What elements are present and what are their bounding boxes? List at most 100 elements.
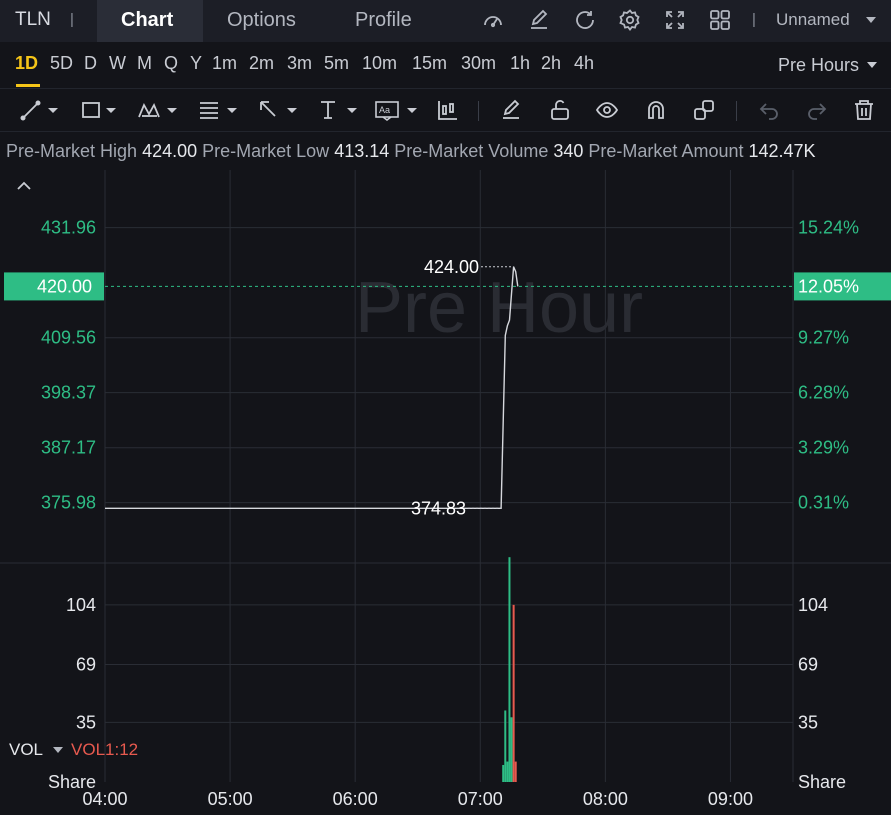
percent-tick-label: 0.31% — [798, 493, 849, 513]
timeframe-2h[interactable]: 2h — [541, 53, 561, 74]
ticker-symbol[interactable]: TLN — [15, 9, 51, 31]
svg-text:Aa: Aa — [379, 105, 390, 115]
premarket-stats: Pre-Market High 424.00 Pre-Market Low 41… — [6, 141, 816, 162]
toolbar-divider — [478, 101, 479, 121]
chart-watermark: Pre Hour — [355, 268, 643, 348]
price-tick-label: 375.98 — [41, 493, 96, 513]
gauge-icon[interactable] — [481, 8, 505, 32]
volume-label[interactable]: VOL — [9, 740, 43, 759]
pattern-tool-icon[interactable] — [137, 98, 183, 122]
timeframe-1m[interactable]: 1m — [212, 53, 237, 74]
ticker-separator: | — [70, 11, 74, 28]
premarket-high-value: 424.00 — [142, 141, 198, 161]
fibonacci-tool-icon[interactable] — [197, 98, 241, 122]
refresh-icon[interactable] — [573, 8, 597, 32]
edit-icon[interactable] — [527, 8, 551, 32]
timeframe-2m[interactable]: 2m — [249, 53, 274, 74]
premarket-volume-value: 340 — [553, 141, 584, 161]
x-tick-label: 08:00 — [583, 789, 628, 809]
volume-tick-right: 35 — [798, 712, 818, 732]
low-annotation: 374.83 — [411, 498, 466, 518]
trash-icon[interactable] — [852, 98, 876, 122]
unlock-icon[interactable] — [548, 98, 572, 122]
volume-tick-left: 35 — [76, 712, 96, 732]
premarket-amount-label: Pre-Market Amount — [588, 141, 744, 161]
gear-icon[interactable] — [618, 8, 642, 32]
volume-header: VOL VOL1:12 — [9, 740, 138, 760]
text-tool-icon[interactable]: Aa — [374, 98, 422, 122]
price-tick-label: 387.17 — [41, 438, 96, 458]
chart-area[interactable]: 431.96 15.24% 409.56 9.27% 398.37 6.28% 387.17… — [0, 170, 891, 815]
volume-bar — [502, 764, 505, 782]
drawing-toolbar: Aa — [0, 88, 891, 132]
price-tick-label: 431.96 — [41, 218, 96, 238]
premarket-low-label: Pre-Market Low — [202, 141, 330, 161]
layout-separator: | — [752, 11, 756, 28]
volume-bar — [508, 557, 511, 782]
premarket-high-label: Pre-Market High — [6, 141, 138, 161]
x-tick-label: 04:00 — [82, 789, 127, 809]
volume-bar — [512, 604, 515, 782]
chevron-down-icon[interactable] — [867, 62, 877, 68]
volume-tick-right: 69 — [798, 654, 818, 674]
arrow-tool-icon[interactable] — [257, 98, 301, 122]
measure-tool-icon[interactable] — [317, 98, 361, 122]
candlestick-tool-icon[interactable] — [436, 98, 460, 122]
volume-tick-right: 104 — [798, 595, 828, 615]
timeframe-q[interactable]: Q — [164, 53, 178, 74]
trend-line-tool-icon[interactable] — [20, 98, 62, 122]
pencil-icon[interactable] — [499, 98, 523, 122]
premarket-volume-label: Pre-Market Volume — [394, 141, 549, 161]
timeframe-10m[interactable]: 10m — [362, 53, 397, 74]
volume-unit-right: Share — [798, 772, 846, 792]
x-tick-label: 06:00 — [333, 789, 378, 809]
volume-bar — [504, 710, 507, 782]
top-bar: TLN | Chart Options Profile | Unnamed — [0, 0, 891, 42]
timeframe-m[interactable]: M — [137, 53, 152, 74]
current-percent-value: 12.05% — [798, 276, 859, 296]
volume-tick-left: 104 — [66, 595, 96, 615]
rectangle-tool-icon[interactable] — [80, 98, 122, 122]
percent-tick-label: 9.27% — [798, 328, 849, 348]
percent-tick-label: 15.24% — [798, 218, 859, 238]
timeframe-1h[interactable]: 1h — [510, 53, 530, 74]
timeframe-30m[interactable]: 30m — [461, 53, 496, 74]
chevron-down-icon[interactable] — [866, 17, 876, 23]
volume-indicator[interactable]: VOL1:12 — [71, 740, 138, 759]
timeframe-y[interactable]: Y — [190, 53, 202, 74]
volume-bar — [510, 717, 513, 782]
timeframe-3m[interactable]: 3m — [287, 53, 312, 74]
undo-icon[interactable] — [757, 98, 781, 122]
current-price-value: 420.00 — [37, 276, 92, 296]
x-tick-label: 05:00 — [208, 789, 253, 809]
price-tick-label: 398.37 — [41, 383, 96, 403]
timeframe-1d[interactable]: 1D — [15, 53, 38, 74]
premarket-low-value: 413.14 — [334, 141, 390, 161]
timeframe-d[interactable]: D — [84, 53, 97, 74]
active-timeframe-indicator — [16, 84, 40, 87]
layout-select[interactable]: Unnamed — [776, 10, 850, 30]
redo-icon[interactable] — [805, 98, 829, 122]
link-drawings-icon[interactable] — [692, 98, 716, 122]
timeframe-4h[interactable]: 4h — [574, 53, 594, 74]
price-chart[interactable]: 431.96 15.24% 409.56 9.27% 398.37 6.28% 387.17… — [0, 170, 891, 815]
x-tick-label: 07:00 — [458, 789, 503, 809]
eye-icon[interactable] — [595, 98, 619, 122]
timeframe-5d[interactable]: 5D — [50, 53, 73, 74]
volume-tick-left: 69 — [76, 654, 96, 674]
timeframe-w[interactable]: W — [109, 53, 126, 74]
grid-layout-icon[interactable] — [708, 8, 732, 32]
percent-tick-label: 3.29% — [798, 438, 849, 458]
high-annotation: 424.00 — [424, 257, 479, 277]
tab-profile[interactable]: Profile — [355, 9, 412, 32]
magnet-icon[interactable] — [644, 98, 668, 122]
timeframe-5m[interactable]: 5m — [324, 53, 349, 74]
premarket-amount-value: 142.47K — [748, 141, 816, 161]
session-select[interactable]: Pre Hours — [778, 55, 859, 76]
timeframe-15m[interactable]: 15m — [412, 53, 447, 74]
chevron-down-icon[interactable] — [53, 746, 64, 753]
tab-options[interactable]: Options — [227, 9, 296, 32]
tab-chart[interactable]: Chart — [97, 0, 203, 42]
fullscreen-icon[interactable] — [663, 8, 687, 32]
timeframe-bar: 1D 5D D W M Q Y 1m 2m 3m 5m 10m 15m 30m … — [0, 42, 891, 88]
